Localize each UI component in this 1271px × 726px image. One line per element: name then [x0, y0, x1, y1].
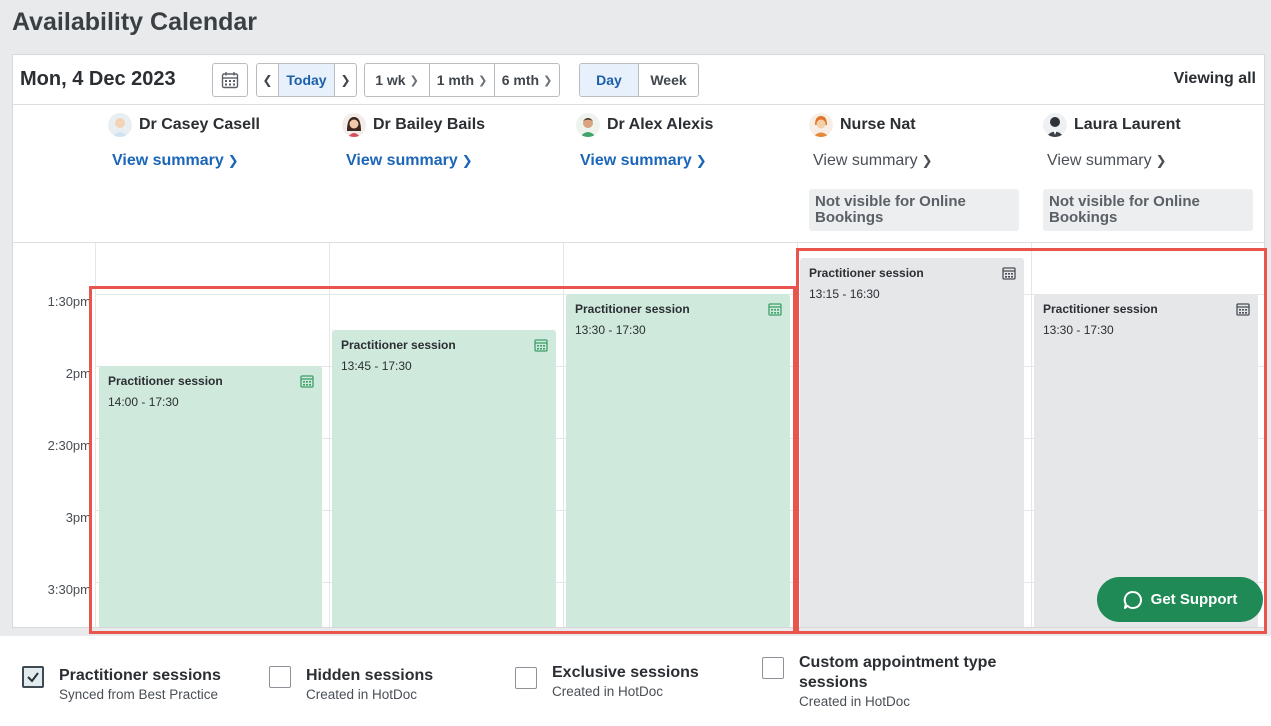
legend-exclusive-sessions: Exclusive sessions Created in HotDoc	[515, 663, 699, 699]
jump-1-month-button[interactable]: 1 mth ❯	[430, 64, 495, 96]
legend-title: Custom appointment type sessions	[799, 654, 997, 691]
legend-title: Hidden sessions	[306, 667, 434, 684]
range-jump-buttons: 1 wk ❯ 1 mth ❯ 6 mth ❯	[364, 63, 560, 97]
time-label: 3pm	[65, 510, 91, 525]
not-visible-badge: Not visible for Online Bookings	[809, 189, 1019, 231]
jump-6-month-button[interactable]: 6 mth ❯	[495, 64, 559, 96]
view-summary-label: View summary	[112, 152, 224, 169]
legend-subtitle: Created in HotDoc	[306, 687, 418, 702]
date-picker-button[interactable]	[212, 63, 248, 97]
practitioner-column-header: Dr Alex Alexis View summary ❯	[564, 105, 798, 243]
view-summary-label: View summary	[580, 152, 692, 169]
jump-1-week-button[interactable]: 1 wk ❯	[365, 64, 430, 96]
avatar	[108, 113, 132, 137]
chevron-right-icon: ❯	[340, 73, 351, 87]
jump-1-week-label: 1 wk	[375, 72, 406, 88]
time-label: 3:30pm	[47, 582, 91, 597]
view-summary-label: View summary	[1047, 152, 1152, 169]
avatar	[576, 113, 600, 137]
view-summary-label: View summary	[813, 152, 918, 169]
hidden-sessions-checkbox[interactable]	[269, 666, 291, 688]
get-support-button[interactable]: Get Support	[1097, 577, 1263, 622]
legend-hidden-sessions: Hidden sessions Created in HotDoc	[269, 666, 433, 702]
today-button[interactable]: Today	[279, 64, 335, 96]
legend-custom-appointment-sessions: Custom appointment type sessions Created…	[762, 653, 999, 709]
practitioner-name: Dr Casey Casell	[139, 116, 260, 133]
checkmark-icon	[27, 672, 39, 683]
next-day-button[interactable]: ❯	[335, 64, 356, 96]
time-label: 2pm	[65, 366, 91, 381]
time-label: 1:30pm	[47, 294, 91, 309]
day-navigation: ❮ Today ❯	[256, 63, 357, 97]
avatar	[342, 113, 366, 137]
not-visible-badge: Not visible for Online Bookings	[1043, 189, 1253, 231]
view-summary-link[interactable]: View summary ❯	[1047, 152, 1167, 170]
view-summary-link[interactable]: View summary ❯	[580, 152, 707, 170]
legend-subtitle: Created in HotDoc	[552, 684, 664, 699]
chevron-right-icon: ❯	[461, 153, 473, 168]
chat-bubble-icon	[1123, 590, 1142, 609]
jump-1-month-label: 1 mth	[436, 72, 475, 88]
view-summary-link[interactable]: View summary ❯	[346, 152, 473, 170]
time-label: 2:30pm	[47, 438, 91, 453]
custom-appointment-sessions-checkbox[interactable]	[762, 657, 784, 679]
highlight-box-online-visible	[89, 286, 796, 634]
practitioner-name: Nurse Nat	[840, 116, 916, 133]
session-legend: Practitioner sessions Synced from Best P…	[0, 636, 1271, 726]
legend-title: Exclusive sessions	[552, 664, 699, 681]
practitioner-name: Dr Bailey Bails	[373, 116, 486, 133]
legend-practitioner-sessions: Practitioner sessions Synced from Best P…	[22, 666, 221, 702]
view-summary-link[interactable]: View summary ❯	[813, 152, 933, 170]
practitioner-sessions-checkbox[interactable]	[22, 666, 44, 688]
practitioner-column-header: Dr Bailey Bails View summary ❯	[330, 105, 564, 243]
legend-subtitle: Created in HotDoc	[799, 694, 911, 709]
view-summary-link[interactable]: View summary ❯	[112, 152, 239, 170]
chevron-right-icon: ❯	[695, 153, 707, 168]
practitioner-column-header: Laura Laurent View summary ❯ Not visible …	[1031, 105, 1264, 243]
practitioner-column-header: Dr Casey Casell View summary ❯	[96, 105, 330, 243]
view-summary-label: View summary	[346, 152, 458, 169]
chevron-right-icon: ❯	[543, 74, 553, 87]
day-view-button[interactable]: Day	[580, 64, 639, 96]
viewing-filter[interactable]: Viewing all	[1174, 70, 1256, 88]
practitioner-name: Laura Laurent	[1074, 116, 1181, 133]
practitioner-name: Dr Alex Alexis	[607, 116, 714, 133]
legend-subtitle: Synced from Best Practice	[59, 687, 219, 702]
previous-day-button[interactable]: ❮	[257, 64, 279, 96]
jump-6-month-label: 6 mth	[501, 72, 540, 88]
legend-title: Practitioner sessions	[59, 667, 221, 684]
view-toggle: Day Week	[579, 63, 699, 97]
avatar	[809, 113, 833, 137]
chevron-right-icon: ❯	[409, 74, 419, 87]
chevron-left-icon: ❮	[262, 73, 273, 87]
avatar	[1043, 113, 1067, 137]
get-support-label: Get Support	[1150, 591, 1238, 608]
chevron-right-icon: ❯	[227, 153, 239, 168]
current-date: Mon, 4 Dec 2023	[20, 68, 176, 90]
practitioner-column-header: Nurse Nat View summary ❯ Not visible for …	[797, 105, 1031, 243]
exclusive-sessions-checkbox[interactable]	[515, 667, 537, 689]
page-title: Availability Calendar	[12, 8, 257, 36]
chevron-right-icon: ❯	[921, 153, 933, 168]
calendar-toolbar: Mon, 4 Dec 2023 ❮ Today ❯ 1 wk ❯ 1 mth ❯…	[13, 55, 1264, 105]
chevron-right-icon: ❯	[1155, 153, 1167, 168]
week-view-button[interactable]: Week	[639, 64, 698, 96]
chevron-right-icon: ❯	[478, 74, 488, 87]
practitioner-header-row: Dr Casey Casell View summary ❯ Dr Bailey …	[13, 105, 1264, 243]
calendar-icon	[221, 72, 239, 89]
